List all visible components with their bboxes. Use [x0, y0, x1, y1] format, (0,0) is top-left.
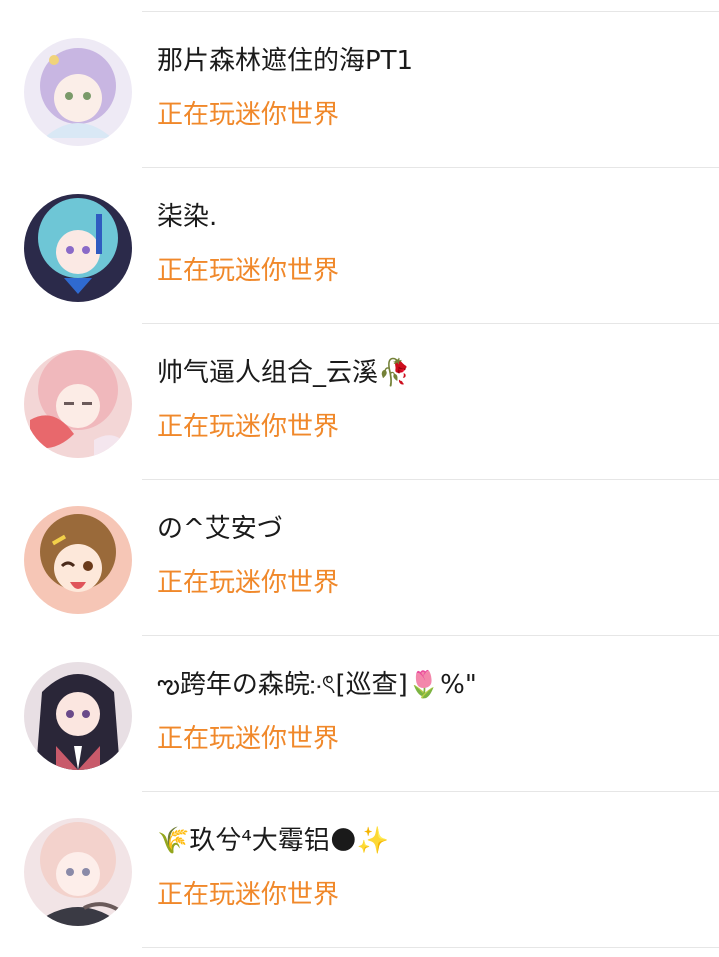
friend-name: 柒染.	[157, 202, 218, 232]
anime-girl-brown-hair-icon[interactable]	[24, 506, 132, 614]
anime-girl-blue-hair-icon[interactable]	[24, 194, 132, 302]
friend-row[interactable]: 🌾玖兮⁴大霉铝🌑✨ 正在玩迷你世界	[0, 792, 719, 948]
anime-girl-lavender-icon[interactable]	[24, 38, 132, 146]
friend-name: ఌ跨年の森皖჻ৎ[巡查]🌷%"	[157, 670, 477, 700]
friend-row[interactable]: 那片森林遮住的海PT1 正在玩迷你世界	[0, 12, 719, 168]
friend-name: の^艾安づ	[157, 514, 283, 544]
friend-row[interactable]: 帅气逼人组合_云溪🥀 正在玩迷你世界	[0, 324, 719, 480]
friend-row[interactable]: の^艾安づ 正在玩迷你世界	[0, 480, 719, 636]
divider	[142, 947, 719, 948]
friend-name: 帅气逼人组合_云溪🥀	[157, 358, 411, 388]
friend-name: 🌾玖兮⁴大霉铝🌑✨	[157, 826, 390, 856]
friend-name: 那片森林遮住的海PT1	[157, 46, 414, 76]
friend-row[interactable]: 柒染. 正在玩迷你世界	[0, 168, 719, 324]
friend-list: 那片森林遮住的海PT1 正在玩迷你世界 柒染. 正在玩迷你世界 帅气逼人组合_云…	[0, 0, 719, 957]
friend-row[interactable]: ఌ跨年の森皖჻ৎ[巡查]🌷%" 正在玩迷你世界	[0, 636, 719, 792]
friend-status: 正在玩迷你世界	[157, 880, 340, 910]
anime-girl-dark-hair-icon[interactable]	[24, 662, 132, 770]
friend-status: 正在玩迷你世界	[157, 100, 340, 130]
friend-status: 正在玩迷你世界	[157, 412, 340, 442]
friend-status: 正在玩迷你世界	[157, 256, 340, 286]
anime-girl-light-hair-icon[interactable]	[24, 818, 132, 926]
friend-status: 正在玩迷你世界	[157, 568, 340, 598]
friend-status: 正在玩迷你世界	[157, 724, 340, 754]
anime-girl-pink-hair-icon[interactable]	[24, 350, 132, 458]
